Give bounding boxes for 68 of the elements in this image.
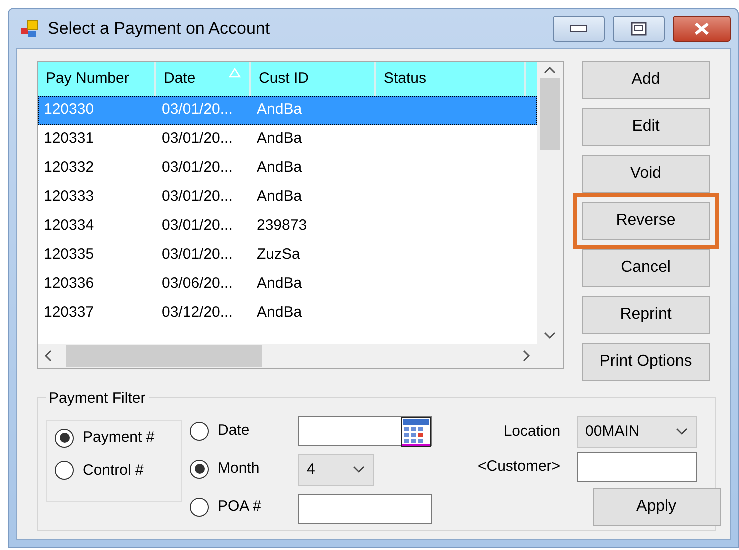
scroll-left-icon[interactable] bbox=[44, 350, 52, 362]
table-cell: 120333 bbox=[44, 188, 94, 206]
poa-field[interactable] bbox=[298, 494, 432, 524]
table-cell: AndBa bbox=[257, 188, 302, 206]
table-cell: 03/01/20... bbox=[162, 101, 233, 118]
action-button[interactable]: Add bbox=[582, 61, 710, 99]
action-button[interactable]: Reprint bbox=[582, 296, 710, 334]
table-row[interactable]: 120334 03/01/20... 239873 bbox=[38, 212, 537, 241]
table-row[interactable]: 120336 03/06/20... AndBa bbox=[38, 270, 537, 299]
location-dropdown[interactable]: 00MAIN bbox=[576, 416, 697, 448]
table-cell: AndBa bbox=[257, 130, 302, 148]
table-cell: ZuzSa bbox=[257, 246, 300, 264]
date-field[interactable] bbox=[298, 416, 432, 446]
radio-option[interactable]: Date bbox=[190, 416, 290, 446]
table-cell: 03/01/20... bbox=[162, 159, 233, 176]
table-cell: 120332 bbox=[44, 159, 94, 176]
radio-option[interactable]: Month bbox=[190, 454, 290, 484]
table-cell: 120330 bbox=[44, 101, 94, 118]
table-cell: AndBa bbox=[257, 275, 302, 292]
maximize-button[interactable] bbox=[613, 16, 665, 42]
table-cell: 03/12/20... bbox=[162, 304, 233, 322]
action-button[interactable]: Reverse bbox=[582, 202, 710, 240]
app-icon bbox=[20, 18, 40, 38]
chevron-down-icon[interactable] bbox=[353, 466, 365, 474]
month-dropdown[interactable]: 4 bbox=[298, 454, 374, 486]
minimize-icon bbox=[570, 24, 588, 32]
table-cell: 03/01/20... bbox=[162, 188, 233, 206]
table-cell: 120331 bbox=[44, 130, 94, 148]
table-row[interactable]: 120337 03/12/20... AndBa bbox=[38, 299, 537, 328]
action-button[interactable]: Print Options bbox=[582, 343, 710, 381]
table-cell: 120337 bbox=[44, 304, 94, 322]
scrollbar-thumb[interactable] bbox=[540, 78, 560, 150]
apply-button[interactable]: Apply bbox=[592, 488, 721, 526]
table-cell: AndBa bbox=[257, 159, 302, 176]
table-cell: AndBa bbox=[257, 101, 302, 118]
scroll-down-icon[interactable] bbox=[544, 332, 556, 340]
table-cell: 03/01/20... bbox=[162, 246, 233, 264]
table-cell: AndBa bbox=[257, 304, 302, 322]
radio-option[interactable]: Payment # bbox=[55, 427, 173, 450]
table-cell: 03/06/20... bbox=[162, 275, 233, 292]
field-label: Location bbox=[504, 422, 561, 442]
window-title: Select a Payment on Account bbox=[48, 18, 272, 40]
action-button[interactable]: Void bbox=[582, 155, 710, 193]
maximize-icon bbox=[631, 22, 647, 36]
table-cell: 03/01/20... bbox=[162, 217, 233, 234]
chevron-down-icon[interactable] bbox=[676, 428, 688, 436]
minimize-button[interactable] bbox=[553, 16, 605, 42]
calendar-icon[interactable] bbox=[401, 417, 431, 447]
scrollbar-thumb[interactable] bbox=[66, 345, 262, 367]
table-row[interactable]: 120335 03/01/20... ZuzSa bbox=[38, 241, 537, 270]
scroll-up-icon[interactable] bbox=[544, 66, 556, 74]
table-cell: 239873 bbox=[257, 217, 308, 234]
table-cell: 120334 bbox=[44, 217, 94, 234]
radio-option[interactable]: Control # bbox=[55, 460, 173, 482]
close-icon bbox=[693, 22, 711, 36]
table-cell: 120335 bbox=[44, 246, 94, 264]
field-label: <Customer> bbox=[478, 456, 561, 477]
radio-option[interactable]: POA # bbox=[190, 492, 290, 522]
action-button[interactable]: Edit bbox=[582, 108, 710, 146]
close-button[interactable] bbox=[673, 16, 731, 42]
table-row[interactable]: 120331 03/01/20... AndBa bbox=[38, 125, 537, 154]
customer-field[interactable] bbox=[576, 452, 697, 482]
table-cell: 120336 bbox=[44, 275, 94, 292]
table-cell: 03/01/20... bbox=[162, 130, 233, 148]
action-button[interactable]: Cancel bbox=[582, 249, 710, 287]
table-row[interactable]: 120332 03/01/20... AndBa bbox=[38, 154, 537, 183]
table-row[interactable]: 120333 03/01/20... AndBa bbox=[38, 183, 537, 212]
scroll-right-icon[interactable] bbox=[523, 350, 531, 362]
